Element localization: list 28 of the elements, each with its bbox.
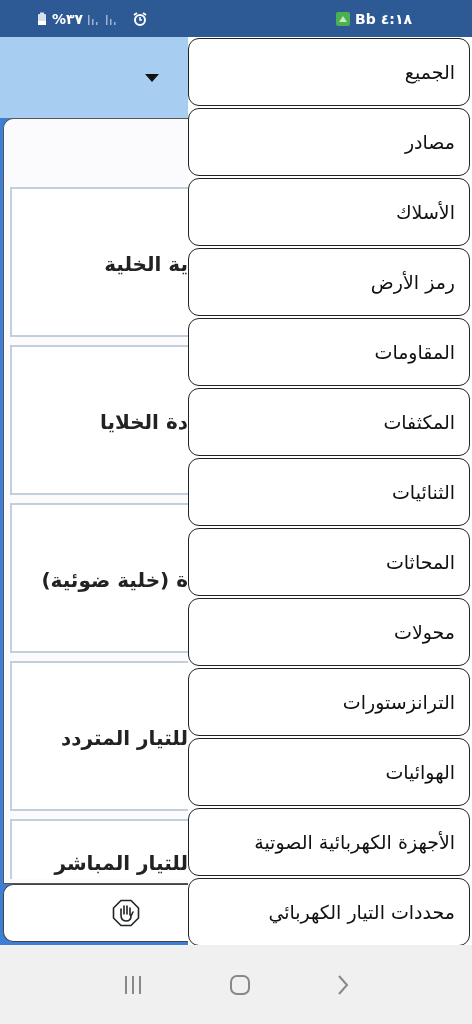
menu-item[interactable]: مصادر — [188, 108, 470, 176]
battery-icon — [37, 11, 47, 26]
menu-item[interactable]: الترانزستورات — [188, 668, 470, 736]
menu-item[interactable]: المقاومات — [188, 318, 470, 386]
caret-icon[interactable] — [145, 73, 159, 82]
clock: ٤:١٨ — [380, 10, 412, 27]
list-item[interactable]: دة الخلايا — [10, 345, 188, 495]
app-icon — [336, 11, 351, 26]
list-item[interactable]: للتيار المتردد — [10, 661, 188, 811]
menu-item[interactable]: المحاثات — [188, 528, 470, 596]
menu-item[interactable]: المكثفات — [188, 388, 470, 456]
menu-item[interactable]: الجميع — [188, 38, 470, 106]
list-item[interactable]: ة (خلية ضوئية) — [10, 503, 188, 653]
menu-item[interactable]: رمز الأرض — [188, 248, 470, 316]
menu-item[interactable]: الأسلاك — [188, 178, 470, 246]
home-icon[interactable] — [229, 973, 251, 996]
alarm-icon — [133, 11, 148, 26]
menu-item[interactable]: الأجهزة الكهربائية الصوتية — [188, 808, 470, 876]
menu-item[interactable]: محددات التيار الكهربائي — [188, 878, 470, 945]
menu-item[interactable]: محولات — [188, 598, 470, 666]
list-item[interactable]: ية الخلية — [10, 187, 188, 337]
back-icon[interactable] — [335, 973, 350, 996]
menu-item[interactable]: الثنائيات — [188, 458, 470, 526]
carrier-label: Bb — [355, 10, 376, 27]
battery-percent: %٣٧ — [52, 10, 84, 27]
menu-item[interactable]: الهوائيات — [188, 738, 470, 806]
list-item[interactable]: للتيار المباشر — [10, 819, 188, 879]
hand-stop-icon[interactable] — [112, 899, 140, 927]
